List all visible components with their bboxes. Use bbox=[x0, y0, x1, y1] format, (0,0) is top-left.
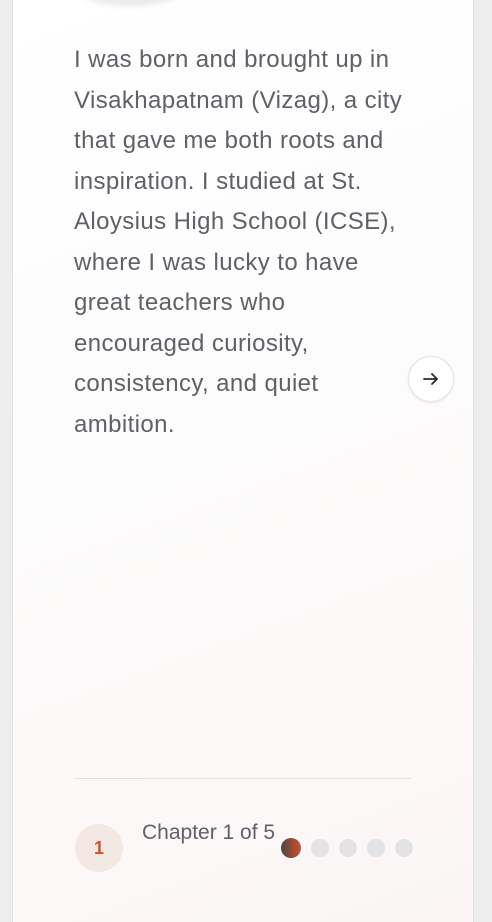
chapter-dot-5[interactable] bbox=[395, 839, 413, 857]
chapter-dot-1[interactable] bbox=[281, 838, 301, 858]
chapter-number-badge: 1 bbox=[75, 824, 123, 872]
top-decorative-shadow bbox=[83, 0, 178, 6]
story-paragraph: I was born and brought up in Visakhapatn… bbox=[74, 46, 403, 438]
chapter-dot-2[interactable] bbox=[311, 839, 329, 857]
chapter-progress-label: Chapter 1 of 5 bbox=[142, 821, 276, 844]
story-card: I was born and brought up in Visakhapatn… bbox=[12, 0, 474, 922]
footer-divider bbox=[74, 778, 411, 779]
chapter-dot-4[interactable] bbox=[367, 839, 385, 857]
arrow-right-icon bbox=[423, 373, 438, 385]
next-chapter-button[interactable] bbox=[408, 356, 454, 402]
chapter-dot-3[interactable] bbox=[339, 839, 357, 857]
chapter-pagination-dots bbox=[281, 838, 413, 858]
